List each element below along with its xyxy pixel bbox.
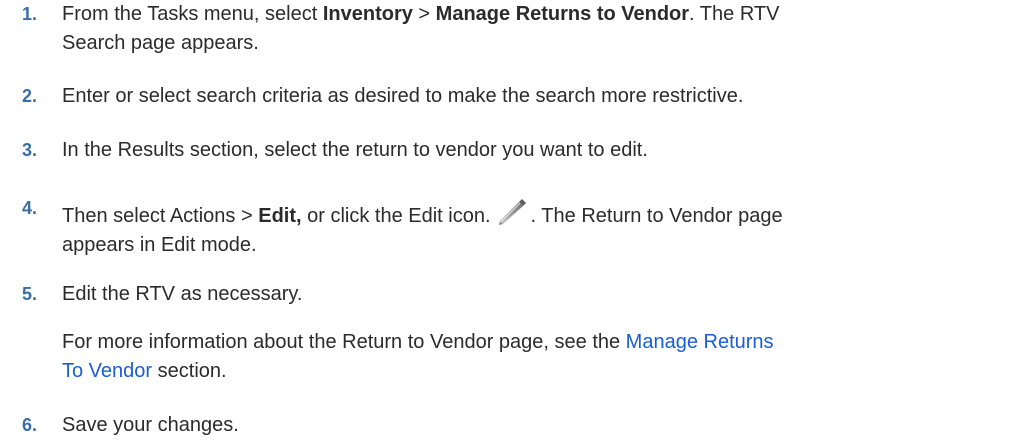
step-text-part: . The RTV (689, 3, 780, 25)
step-text: Then select Actions > Edit, or click the… (62, 194, 1017, 260)
step-number: 5. (22, 284, 38, 304)
pencil-icon (495, 194, 529, 228)
step-number: 1. (22, 4, 38, 24)
step-text: From the Tasks menu, select Inventory > … (62, 0, 1017, 58)
manage-returns-link-continued[interactable]: To Vendor (62, 360, 152, 382)
procedure-steps: 1. From the Tasks menu, select Inventory… (0, 0, 1029, 444)
step-text: Enter or select search criteria as desir… (62, 85, 744, 107)
step-text-part: Search page appears. (62, 32, 259, 54)
step-number: 4. (22, 198, 38, 218)
step-text-part: . The Return to Vendor page (530, 205, 783, 227)
step-text: Edit the RTV as necessary. (62, 283, 303, 305)
step-number: 3. (22, 140, 38, 160)
menu-item-manage-returns: Manage Returns to Vendor (435, 3, 690, 25)
note-prefix: For more information about the Return to… (62, 331, 626, 353)
note-suffix: section. (152, 360, 227, 382)
menu-item-inventory: Inventory (322, 3, 413, 25)
step-text-part: From the Tasks menu, select (62, 3, 323, 25)
step-text: In the Results section, select the retur… (62, 139, 648, 161)
step-text-part: > (412, 3, 436, 25)
step-text: Save your changes. (62, 414, 239, 436)
step-number: 6. (22, 415, 38, 435)
step-text-part: appears in Edit mode. (62, 234, 257, 256)
step-text-part: or click the Edit icon. (301, 205, 491, 227)
note-text: For more information about the Return to… (62, 328, 1017, 386)
action-edit: Edit, (258, 205, 302, 227)
step-number: 2. (22, 86, 38, 106)
step-text-part: Then select Actions > (62, 205, 259, 227)
manage-returns-link[interactable]: Manage Returns (626, 331, 774, 353)
